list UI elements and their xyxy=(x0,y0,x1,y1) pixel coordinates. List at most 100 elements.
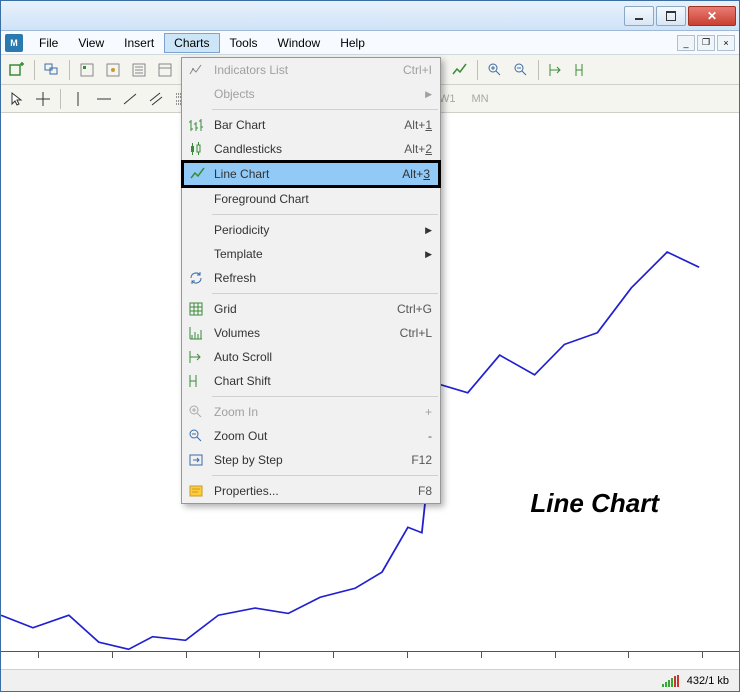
zoom-in-icon xyxy=(187,403,205,421)
menu-file[interactable]: File xyxy=(29,33,68,53)
menu-item-label: Zoom Out xyxy=(214,429,267,443)
menu-item-template[interactable]: Template ▶ xyxy=(182,242,440,266)
candle-icon xyxy=(187,140,205,158)
menu-item-label: Line Chart xyxy=(214,167,269,181)
menu-item-label: Grid xyxy=(214,302,237,316)
menu-item-label: Step by Step xyxy=(214,453,283,467)
menu-item-candlesticks[interactable]: CandlesticksAlt+2 xyxy=(182,137,440,161)
menu-window[interactable]: Window xyxy=(268,33,331,53)
menu-item-indicators-list: Indicators ListCtrl+I xyxy=(182,58,440,82)
menu-item-chart-shift[interactable]: Chart Shift xyxy=(182,369,440,393)
titlebar xyxy=(1,1,739,31)
grid-icon xyxy=(187,300,205,318)
menu-item-shortcut: Ctrl+G xyxy=(397,302,432,316)
horizontal-line-button[interactable] xyxy=(92,87,116,111)
mdi-minimize-button[interactable]: _ xyxy=(677,35,695,51)
bar-chart-icon xyxy=(187,116,205,134)
cursor-button[interactable] xyxy=(5,87,29,111)
window-maximize-button[interactable] xyxy=(656,6,686,26)
zoom-in-button[interactable] xyxy=(483,58,507,82)
menu-tools[interactable]: Tools xyxy=(220,33,268,53)
menu-item-label: Objects xyxy=(214,87,255,101)
trendline-button[interactable] xyxy=(118,87,142,111)
channel-button[interactable] xyxy=(144,87,168,111)
step-icon xyxy=(187,451,205,469)
menu-item-foreground-chart[interactable]: Foreground Chart xyxy=(182,187,440,211)
menu-item-shortcut: Ctrl+L xyxy=(400,326,432,340)
menu-separator xyxy=(212,396,438,397)
menu-insert[interactable]: Insert xyxy=(114,33,164,53)
toolbar-separator xyxy=(69,60,70,80)
zoom-out-button[interactable] xyxy=(509,58,533,82)
mdi-controls: _ ❐ × xyxy=(677,35,735,51)
app-window: M FileViewInsertChartsToolsWindowHelp _ … xyxy=(0,0,740,692)
chartshift-icon xyxy=(187,372,205,390)
submenu-arrow-icon: ▶ xyxy=(425,225,432,236)
data-window-button[interactable] xyxy=(101,58,125,82)
market-watch-button[interactable] xyxy=(75,58,99,82)
menu-item-shortcut: + xyxy=(425,405,432,419)
menu-item-shortcut: Alt+2 xyxy=(404,142,432,156)
menu-item-label: Auto Scroll xyxy=(214,350,272,364)
window-minimize-button[interactable] xyxy=(624,6,654,26)
menu-separator xyxy=(212,109,438,110)
navigator-button[interactable] xyxy=(127,58,151,82)
line-chart-icon xyxy=(189,165,207,183)
menu-item-auto-scroll[interactable]: Auto Scroll xyxy=(182,345,440,369)
menu-separator xyxy=(212,214,438,215)
app-icon: M xyxy=(5,34,23,52)
submenu-arrow-icon: ▶ xyxy=(425,249,432,260)
menu-item-label: Zoom In xyxy=(214,405,258,419)
menu-item-periodicity[interactable]: Periodicity ▶ xyxy=(182,218,440,242)
menu-separator xyxy=(212,293,438,294)
line-chart-button[interactable] xyxy=(448,58,472,82)
menu-help[interactable]: Help xyxy=(330,33,375,53)
menu-view[interactable]: View xyxy=(68,33,114,53)
new-chart-button[interactable] xyxy=(5,58,29,82)
menu-item-zoom-out[interactable]: Zoom Out- xyxy=(182,424,440,448)
chartshift-button[interactable] xyxy=(570,58,594,82)
menu-item-label: Periodicity xyxy=(214,223,269,237)
menu-item-label: Bar Chart xyxy=(214,118,265,132)
menu-item-shortcut: F8 xyxy=(418,484,432,498)
menu-item-label: Template xyxy=(214,247,263,261)
vertical-line-button[interactable] xyxy=(66,87,90,111)
statusbar: 432/1 kb xyxy=(1,669,739,691)
menu-item-properties[interactable]: Properties... F8 xyxy=(182,479,440,503)
menu-item-step-by-step[interactable]: Step by Step F12 xyxy=(182,448,440,472)
connection-status-label: 432/1 kb xyxy=(687,675,729,687)
menu-item-volumes[interactable]: Volumes Ctrl+L xyxy=(182,321,440,345)
menu-item-label: Properties... xyxy=(214,484,279,498)
toolbar-separator xyxy=(477,60,478,80)
profiles-button[interactable] xyxy=(40,58,64,82)
menu-item-label: Indicators List xyxy=(214,63,288,77)
menu-item-shortcut: F12 xyxy=(411,453,432,467)
crosshair-button[interactable] xyxy=(31,87,55,111)
terminal-button[interactable] xyxy=(153,58,177,82)
menubar: M FileViewInsertChartsToolsWindowHelp _ … xyxy=(1,31,739,55)
menu-item-shortcut: Alt+3 xyxy=(402,167,430,181)
menu-item-zoom-in: Zoom In + xyxy=(182,400,440,424)
menu-item-label: Volumes xyxy=(214,326,260,340)
menu-charts[interactable]: Charts xyxy=(164,33,219,53)
menu-item-objects: Objects ▶ xyxy=(182,82,440,106)
indicators-icon xyxy=(187,61,205,79)
x-axis xyxy=(1,651,739,669)
submenu-arrow-icon: ▶ xyxy=(425,89,432,100)
menu-item-bar-chart[interactable]: Bar ChartAlt+1 xyxy=(182,113,440,137)
toolbar-separator xyxy=(538,60,539,80)
connection-icon xyxy=(662,675,679,687)
window-close-button[interactable] xyxy=(688,6,736,26)
refresh-icon xyxy=(187,269,205,287)
charts-menu-dropdown: Indicators ListCtrl+IObjects▶Bar ChartAl… xyxy=(181,57,441,504)
menu-item-label: Refresh xyxy=(214,271,256,285)
toolbar-separator xyxy=(60,89,61,109)
menu-item-line-chart[interactable]: Line Chart Alt+3 xyxy=(181,160,441,188)
mdi-close-button[interactable]: × xyxy=(717,35,735,51)
timeframe-mn[interactable]: MN xyxy=(464,91,497,107)
menu-separator xyxy=(212,475,438,476)
autoscroll-button[interactable] xyxy=(544,58,568,82)
menu-item-refresh[interactable]: Refresh xyxy=(182,266,440,290)
mdi-restore-button[interactable]: ❐ xyxy=(697,35,715,51)
menu-item-grid[interactable]: Grid Ctrl+G xyxy=(182,297,440,321)
